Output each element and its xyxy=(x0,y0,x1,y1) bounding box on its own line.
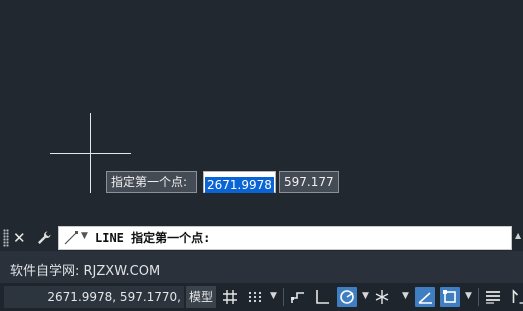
watermark-text: 软件自学网: RJZXW.COM xyxy=(10,264,161,279)
coordinate-readout[interactable]: 2671.9978, 597.1770, 0.0000 xyxy=(4,286,184,308)
line-command-icon xyxy=(64,231,78,245)
polar-icon[interactable] xyxy=(337,287,357,307)
separator xyxy=(283,288,284,306)
object-snap-icon[interactable] xyxy=(440,287,460,307)
command-text: LINE 指定第一个点: xyxy=(95,231,211,245)
drag-grip-icon[interactable] xyxy=(3,229,9,247)
x-value-selected: 2671.9978 xyxy=(205,177,274,193)
lineweight-icon[interactable] xyxy=(483,287,503,307)
drawing-canvas[interactable]: 指定第一个点: 2671.9978 597.177 xyxy=(0,0,523,225)
chevron-down-icon[interactable]: ▼ xyxy=(81,231,88,241)
wrench-icon[interactable] xyxy=(35,229,53,247)
infer-icon[interactable] xyxy=(288,287,308,307)
dynamic-input-x-field[interactable]: 2671.9978 xyxy=(203,171,276,193)
close-icon[interactable]: ✕ xyxy=(13,227,26,249)
snap-icon[interactable] xyxy=(245,287,265,307)
chevron-down-icon[interactable]: ▼ xyxy=(362,291,369,301)
command-line-bar: ✕ ▼ LINE 指定第一个点: xyxy=(0,225,523,251)
separator xyxy=(478,288,479,306)
object-snap-tracking-icon[interactable] xyxy=(415,287,435,307)
watermark-row: 软件自学网: RJZXW.COM xyxy=(0,251,523,283)
chevron-up-icon[interactable]: ▲ xyxy=(515,231,521,240)
chevron-down-icon[interactable]: ▼ xyxy=(402,291,409,301)
grid-icon[interactable] xyxy=(220,287,240,307)
chevron-down-icon[interactable]: ▼ xyxy=(270,291,277,301)
dynamic-input-y-field[interactable]: 597.177 xyxy=(279,171,339,193)
model-space-button[interactable]: 模型 xyxy=(186,286,216,308)
chevron-down-icon[interactable]: ▼ xyxy=(465,291,472,301)
isodraft-icon[interactable] xyxy=(372,287,392,307)
command-input[interactable]: ▼ LINE 指定第一个点: xyxy=(58,226,512,250)
crosshair-vertical xyxy=(90,113,91,193)
annotation-scale-icon[interactable] xyxy=(508,287,523,307)
dynamic-input-prompt: 指定第一个点: xyxy=(106,171,197,193)
status-bar: 2671.9978, 597.1770, 0.0000 模型 ▼ ▼ ▼ ▼ xyxy=(0,283,523,311)
ortho-icon[interactable] xyxy=(312,287,332,307)
